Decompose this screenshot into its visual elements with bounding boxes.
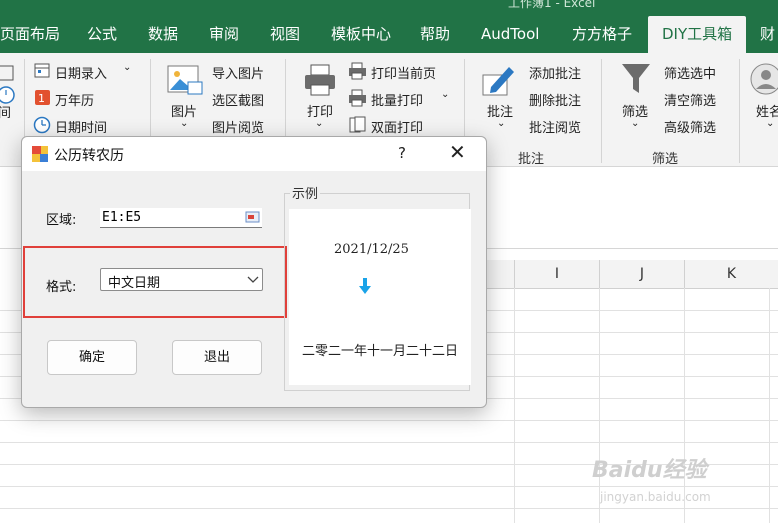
chevron-down-icon[interactable]: ⌄ [315, 118, 323, 129]
clear-filter-button[interactable]: 清空筛选 [664, 90, 716, 109]
ribbon-separator [739, 59, 740, 163]
filter-selected-button[interactable]: 筛选选中 [664, 63, 716, 82]
clock-icon [33, 116, 51, 134]
tab-review[interactable]: 审阅 [207, 16, 241, 53]
grid-line [769, 288, 770, 523]
chevron-down-icon[interactable]: ⌄ [497, 118, 505, 129]
arrow-down-icon [359, 278, 371, 294]
perpetual-calendar-button[interactable]: 万年历 [55, 90, 94, 109]
svg-text:1: 1 [38, 92, 45, 105]
duplex-print-button[interactable]: 双面打印 [371, 117, 423, 136]
baidu-watermark-url: jingyan.baidu.com [600, 490, 711, 504]
tab-page-layout[interactable]: 页面布局 [0, 16, 62, 53]
grid-line [0, 486, 778, 487]
chevron-down-icon[interactable]: ⌄ [766, 118, 774, 129]
lunar-convert-dialog: 公历转农历 ? ✕ 区域: 格式: 中文日期 确定 退出 示例 2021/12/… [21, 136, 487, 408]
tab-formulas[interactable]: 公式 [85, 16, 119, 53]
region-screenshot-button[interactable]: 选区截图 [212, 90, 264, 109]
range-select-icon[interactable] [245, 210, 261, 224]
tab-fangfang[interactable]: 方方格子 [570, 16, 634, 53]
format-highlight-box [23, 246, 287, 318]
tab-audtool[interactable]: AudTool [479, 16, 541, 53]
comment-pencil-icon [482, 67, 514, 96]
batch-print-button[interactable]: 批量打印 [371, 90, 423, 109]
tab-template-center[interactable]: 模板中心 [329, 16, 393, 53]
perpetual-calendar-icon: 1 [35, 90, 50, 105]
batch-print-icon [349, 89, 366, 107]
print-page-icon [349, 62, 366, 80]
ribbon-cut-label[interactable]: 间 [0, 102, 11, 121]
column-header-i[interactable]: I [515, 260, 600, 289]
exit-button[interactable]: 退出 [172, 340, 262, 375]
help-button[interactable]: ? [398, 144, 406, 162]
grid-line [0, 442, 778, 443]
browse-comment-button[interactable]: 批注阅览 [529, 117, 581, 136]
tab-diy-toolbox[interactable]: DIY工具箱 [648, 16, 747, 53]
dialog-titlebar[interactable]: 公历转农历 ? ✕ [22, 137, 486, 171]
date-entry-icon [34, 63, 50, 78]
baidu-watermark: Baidu经验 [592, 458, 707, 483]
chevron-down-icon[interactable]: ⌄ [631, 118, 639, 129]
grid-line [0, 420, 778, 421]
person-icon [750, 63, 778, 95]
date-entry-button[interactable]: 日期录入 [55, 63, 107, 82]
import-picture-button[interactable]: 导入图片 [212, 63, 264, 82]
example-lunar-date: 二零二一年十一月二十二日 [302, 344, 459, 359]
add-comment-button[interactable]: 添加批注 [529, 63, 581, 82]
ok-button[interactable]: 确定 [47, 340, 137, 375]
column-header-k[interactable]: K [685, 260, 778, 289]
grid-line [514, 288, 515, 523]
picture-icon [167, 65, 203, 95]
print-current-page-button[interactable]: 打印当前页 [371, 63, 436, 82]
comment-group-label: 批注 [518, 152, 545, 167]
column-header-h-cut[interactable] [486, 260, 515, 289]
example-title: 示例 [290, 183, 321, 202]
close-button[interactable]: ✕ [449, 142, 466, 162]
column-header-j[interactable]: J [600, 260, 685, 289]
example-panel: 2021/12/25 二零二一年十一月二十二日 [289, 209, 471, 385]
ribbon-separator [601, 59, 602, 163]
tab-view[interactable]: 视图 [268, 16, 302, 53]
advanced-filter-button[interactable]: 高级筛选 [664, 117, 716, 136]
example-date: 2021/12/25 [334, 242, 409, 257]
tab-data[interactable]: 数据 [146, 16, 180, 53]
tab-help[interactable]: 帮助 [418, 16, 452, 53]
range-label: 区域: [46, 213, 77, 228]
window-title: 工作簿1 - Excel [508, 0, 596, 10]
date-time-button[interactable]: 日期时间 [55, 117, 107, 136]
filter-group-label: 筛选 [652, 152, 679, 167]
printer-icon [305, 64, 335, 96]
app-icon [32, 146, 48, 162]
grid-line [0, 508, 778, 509]
dialog-title: 公历转农历 [54, 148, 124, 164]
picture-browse-button[interactable]: 图片阅览 [212, 117, 264, 136]
duplex-print-icon [349, 116, 366, 133]
tab-finance-cut[interactable]: 财 [758, 16, 777, 53]
delete-comment-button[interactable]: 删除批注 [529, 90, 581, 109]
chevron-down-icon[interactable]: ⌄ [180, 118, 188, 129]
clock-calendar-icon [0, 65, 15, 104]
filter-funnel-icon [622, 64, 650, 93]
range-input[interactable] [100, 208, 262, 228]
grid-line [599, 288, 600, 523]
chevron-down-icon[interactable]: ⌄ [123, 62, 131, 73]
chevron-down-icon[interactable]: ⌄ [441, 89, 449, 100]
grid-line [684, 288, 685, 523]
ribbon-tab-bar: 工作簿1 - Excel 页面布局 公式 数据 审阅 视图 模板中心 帮助 Au… [0, 0, 778, 53]
